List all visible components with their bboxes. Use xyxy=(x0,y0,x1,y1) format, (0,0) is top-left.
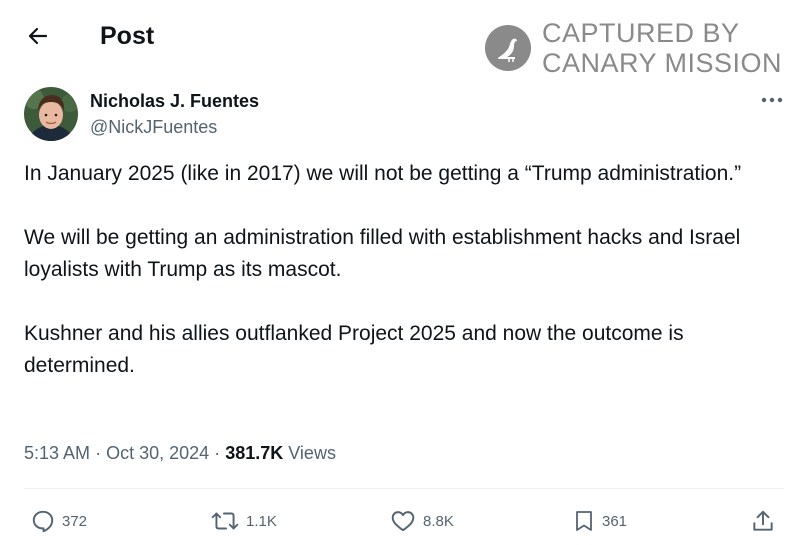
reply-button[interactable]: 372 xyxy=(30,506,87,536)
watermark-text: CAPTURED BY CANARY MISSION xyxy=(542,18,782,78)
watermark-line1: CAPTURED BY xyxy=(542,18,740,48)
arrow-left-icon xyxy=(28,27,48,45)
more-icon xyxy=(761,97,783,103)
post-paragraph: Kushner and his allies outflanked Projec… xyxy=(24,322,684,377)
page-title: Post xyxy=(100,22,155,50)
bookmark-button[interactable]: 361 xyxy=(572,506,627,536)
canary-mission-watermark: CAPTURED BY CANARY MISSION xyxy=(484,18,794,80)
avatar[interactable] xyxy=(24,87,78,141)
post-paragraph: We will be getting an administration fil… xyxy=(24,226,741,281)
like-button[interactable]: 8.8K xyxy=(389,506,454,536)
post-text: In January 2025 (like in 2017) we will n… xyxy=(24,158,784,382)
reply-icon xyxy=(32,510,54,533)
repost-icon xyxy=(211,512,239,530)
canary-logo-icon xyxy=(485,25,531,71)
views-label: Views xyxy=(288,443,336,463)
reply-count: 372 xyxy=(62,512,88,530)
post-date[interactable]: Oct 30, 2024 xyxy=(106,443,209,463)
heart-icon xyxy=(391,511,415,532)
post-paragraph: In January 2025 (like in 2017) we will n… xyxy=(24,162,742,185)
watermark-line2: CANARY MISSION xyxy=(542,48,783,78)
like-count: 8.8K xyxy=(423,512,454,530)
post-time[interactable]: 5:13 AM xyxy=(24,443,90,463)
page-header: Post CAPTURED BY CANARY MISSION xyxy=(0,0,800,78)
avatar-photo xyxy=(24,87,78,141)
repost-count: 1.1K xyxy=(246,512,277,530)
views-count[interactable]: 381.7K xyxy=(225,443,283,463)
back-button[interactable] xyxy=(20,20,56,52)
bookmark-count: 361 xyxy=(602,512,628,530)
repost-button[interactable]: 1.1K xyxy=(210,506,277,536)
divider xyxy=(24,488,784,489)
post-page: Post CAPTURED BY CANARY MISSION Nicholas… xyxy=(0,0,800,545)
meta-separator: · xyxy=(95,443,102,463)
author-handle[interactable]: @NickJFuentes xyxy=(90,116,217,138)
more-options-button[interactable] xyxy=(755,88,789,112)
bookmark-icon xyxy=(576,511,592,531)
author-name[interactable]: Nicholas J. Fuentes xyxy=(90,90,259,112)
share-icon xyxy=(753,510,773,531)
meta-separator: · xyxy=(214,443,221,463)
post-meta: 5:13 AM · Oct 30, 2024 · 381.7K Views xyxy=(24,441,336,465)
share-button[interactable] xyxy=(750,506,776,536)
